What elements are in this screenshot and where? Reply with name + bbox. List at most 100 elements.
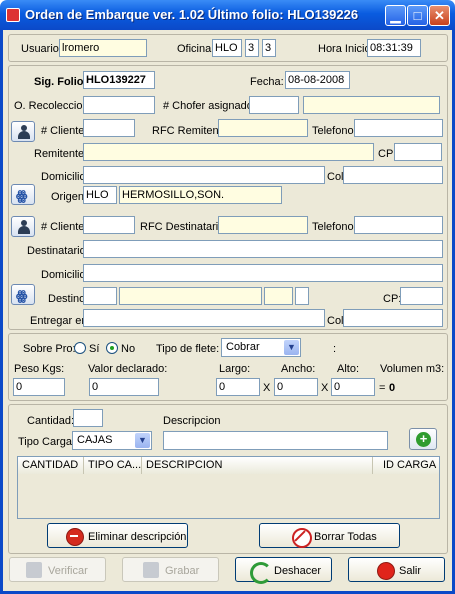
title-bar[interactable]: Orden de Embarque ver. 1.02 Último folio…	[0, 0, 455, 30]
remitente-cliente-field[interactable]	[83, 119, 135, 137]
tipo-flete-value: Cobrar	[226, 341, 260, 353]
destino-city-field[interactable]	[119, 287, 262, 305]
oficina-num-2[interactable]: 3	[262, 39, 276, 57]
deshacer-button[interactable]: Deshacer	[235, 557, 332, 584]
fecha-field[interactable]: 08-08-2008	[285, 71, 350, 89]
entregar-field[interactable]	[83, 309, 325, 327]
x-sign-2: X	[321, 382, 329, 394]
destinatario-cliente-field[interactable]	[83, 216, 135, 234]
destinatario-field[interactable]	[83, 240, 443, 258]
tipo-flete-select[interactable]: Cobrar ▼	[221, 338, 301, 357]
peso-field[interactable]: 0	[13, 378, 65, 396]
chofer-field[interactable]	[249, 96, 299, 114]
grabar-button[interactable]: Grabar	[122, 557, 219, 582]
destinatario-telefono-field[interactable]	[354, 216, 443, 234]
remitente-field[interactable]	[83, 143, 374, 161]
descripcion-field[interactable]	[163, 431, 388, 450]
valor-declarado-label: Valor declarado:	[88, 363, 168, 375]
oficina-num-1[interactable]: 3	[245, 39, 259, 57]
rfc-remitente-field[interactable]	[218, 119, 308, 137]
add-carga-button[interactable]: +	[409, 428, 437, 450]
buscar-origen-button[interactable]: ꙮ	[11, 184, 35, 205]
maximize-button[interactable]: □	[407, 5, 428, 26]
hora-inicio-field[interactable]: 08:31:39	[367, 39, 421, 57]
destinatario-domicilio-field[interactable]	[83, 264, 443, 282]
stop-icon	[377, 562, 395, 580]
destinatario-telefono-label: Telefono:	[312, 221, 357, 233]
destino-extra-field-1[interactable]	[264, 287, 293, 305]
rfc-destinatario-field[interactable]	[218, 216, 308, 234]
recoleccion-field[interactable]	[83, 96, 155, 114]
sobre-pro-si-radio[interactable]	[74, 342, 86, 354]
save-icon	[143, 562, 159, 578]
remitente-telefono-field[interactable]	[354, 119, 443, 137]
verificar-button[interactable]: Verificar	[9, 557, 106, 582]
destino-extra-field-2[interactable]	[295, 287, 309, 305]
col-header-id-carga[interactable]: ID CARGA	[373, 457, 439, 474]
chevron-down-icon: ▼	[284, 340, 299, 355]
sobre-pro-no-radio[interactable]	[106, 342, 118, 354]
col-header-descripcion[interactable]: DESCRIPCION	[142, 457, 373, 474]
rfc-destinatario-label: RFC Destinatario:	[140, 221, 228, 233]
valor-declarado-field[interactable]: 0	[89, 378, 159, 396]
undo-icon	[250, 562, 272, 584]
volumen-label: Volumen m3:	[380, 363, 445, 375]
chofer-nombre-field[interactable]	[303, 96, 440, 114]
col-header-tipo-carga[interactable]: TIPO CA...	[84, 457, 142, 474]
buscar-remitente-button[interactable]	[11, 121, 35, 142]
destinatario-cp-field[interactable]	[400, 287, 443, 305]
chofer-label: # Chofer asignado:	[163, 100, 256, 112]
tipo-carga-select[interactable]: CAJAS ▼	[72, 431, 152, 450]
tipo-carga-value: CAJAS	[77, 434, 113, 446]
remitente-col-field[interactable]	[343, 166, 443, 184]
deshacer-label: Deshacer	[274, 565, 322, 577]
remitente-cp-field[interactable]	[394, 143, 442, 161]
origen-code-field[interactable]: HLO	[83, 186, 117, 204]
x-sign-1: X	[263, 382, 271, 394]
plus-icon: +	[416, 432, 431, 447]
destinatario-label: Destinatario:	[27, 245, 89, 257]
col-header-cantidad[interactable]: CANTIDAD	[18, 457, 84, 474]
destinatario-col-field[interactable]	[343, 309, 443, 327]
minimize-button[interactable]: ▁	[385, 5, 406, 26]
grabar-label: Grabar	[165, 565, 200, 577]
folio-field[interactable]: HLO139227	[83, 71, 155, 89]
remitente-domicilio-label: Domicilio:	[41, 171, 89, 183]
largo-label: Largo:	[219, 363, 251, 375]
destino-code-field[interactable]	[83, 287, 117, 305]
chevron-down-icon: ▼	[135, 433, 150, 448]
colon-label: :	[333, 343, 337, 355]
alto-field[interactable]: 0	[331, 378, 375, 396]
borrar-label: Borrar Todas	[314, 531, 377, 543]
equals-sign: =	[379, 382, 386, 394]
carga-table[interactable]: CANTIDAD TIPO CA... DESCRIPCION ID CARGA	[17, 456, 440, 519]
alto-label: Alto:	[337, 363, 360, 375]
usuario-field[interactable]: lromero	[59, 39, 147, 57]
tipo-carga-label: Tipo Carga:	[18, 436, 76, 448]
no-sign-icon	[292, 528, 312, 548]
peso-label: Peso Kgs:	[14, 363, 65, 375]
descripcion-label: Descripcion	[163, 415, 221, 427]
folio-label: Sig. Folio:	[34, 76, 88, 88]
remitente-telefono-label: Telefono:	[312, 125, 357, 137]
buscar-destino-button[interactable]: ꙮ	[11, 284, 35, 305]
usuario-label: Usuario:	[21, 43, 62, 55]
origen-city-field[interactable]: HERMOSILLO,SON.	[119, 186, 282, 204]
buscar-destinatario-button[interactable]	[11, 216, 35, 237]
cantidad-field[interactable]	[73, 409, 103, 427]
remitente-label: Remitente:	[34, 148, 88, 160]
borrar-todas-button[interactable]: Borrar Todas	[259, 523, 400, 548]
ancho-field[interactable]: 0	[274, 378, 318, 396]
recoleccion-label: O. Recoleccion:	[14, 100, 92, 112]
oficina-field[interactable]: HLO	[212, 39, 242, 57]
verificar-label: Verificar	[48, 565, 88, 577]
ancho-label: Ancho:	[281, 363, 316, 375]
hora-inicio-label: Hora Inicio:	[318, 43, 374, 55]
remitente-domicilio-field[interactable]	[83, 166, 325, 184]
salir-button[interactable]: Salir	[348, 557, 445, 582]
close-button[interactable]: ✕	[429, 5, 450, 26]
eliminar-label: Eliminar descripción	[88, 531, 187, 543]
person-icon	[18, 220, 30, 234]
eliminar-descripcion-button[interactable]: Eliminar descripción	[47, 523, 188, 548]
largo-field[interactable]: 0	[216, 378, 260, 396]
